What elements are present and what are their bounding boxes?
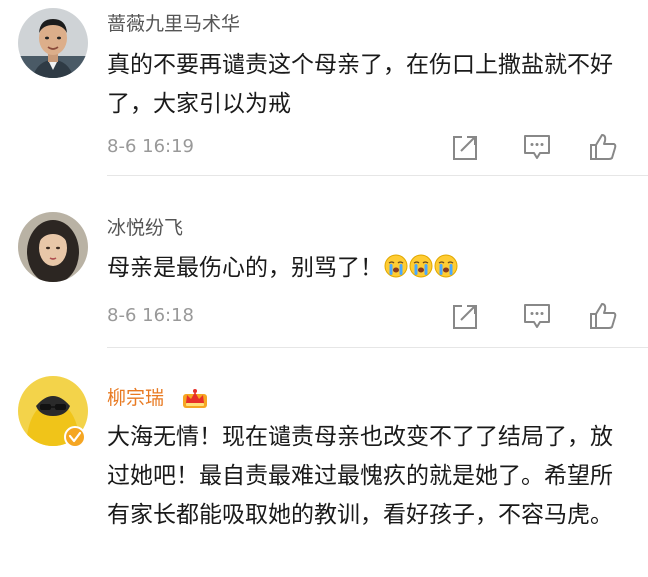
comment-username[interactable]: 冰悦纷飞 [107, 216, 183, 240]
comment-item: 冰悦纷飞 母亲是最伤心的，别骂了！ 8-6 16:18 [0, 176, 648, 348]
comment-item: 蔷薇九里马术华 真的不要再谴责这个母亲了，在伤口上撒盐就不好了，大家引以为戒 8… [0, 0, 648, 176]
comment-username[interactable]: 柳宗瑞 [107, 386, 164, 410]
forward-icon[interactable] [450, 132, 480, 162]
woman-portrait-avatar-icon [18, 212, 88, 282]
comment-actions [450, 301, 630, 331]
crying-face-icon [384, 254, 408, 278]
comment-text: 大海无情！现在谴责母亲也改变不了了结局了，放过她吧！最自责最难过最愧疚的就是她了… [107, 418, 627, 535]
comment-actions [450, 132, 630, 162]
comment-username[interactable]: 蔷薇九里马术华 [107, 12, 240, 36]
comment-text: 真的不要再谴责这个母亲了，在伤口上撒盐就不好了，大家引以为戒 [107, 46, 627, 124]
forward-icon[interactable] [450, 301, 480, 331]
like-icon[interactable] [588, 301, 618, 331]
crying-face-icon [434, 254, 458, 278]
crying-face-icon [409, 254, 433, 278]
man-portrait-avatar-icon [18, 8, 88, 78]
avatar[interactable] [18, 8, 88, 78]
vip-crown-icon [183, 389, 207, 408]
comment-text-body: 真的不要再谴责这个母亲了，在伤口上撒盐就不好了，大家引以为戒 [107, 52, 613, 117]
comment-icon[interactable] [522, 132, 552, 162]
comment-text: 母亲是最伤心的，别骂了！ [107, 249, 627, 288]
comment-item: 柳宗瑞 大海无情！现在谴责母亲也改变不了了结局了，放过她吧！最自责最难过最愧疚的… [0, 348, 648, 577]
comment-text-body: 母亲是最伤心的，别骂了！ [107, 255, 383, 281]
comment-timestamp: 8-6 16:19 [107, 136, 194, 157]
avatar[interactable] [18, 212, 88, 282]
comment-text-body: 大海无情！现在谴责母亲也改变不了了结局了，放过她吧！最自责最难过最愧疚的就是她了… [107, 424, 613, 528]
comment-timestamp: 8-6 16:18 [107, 305, 194, 326]
verified-badge-icon [64, 426, 86, 448]
comment-icon[interactable] [522, 301, 552, 331]
like-icon[interactable] [588, 132, 618, 162]
